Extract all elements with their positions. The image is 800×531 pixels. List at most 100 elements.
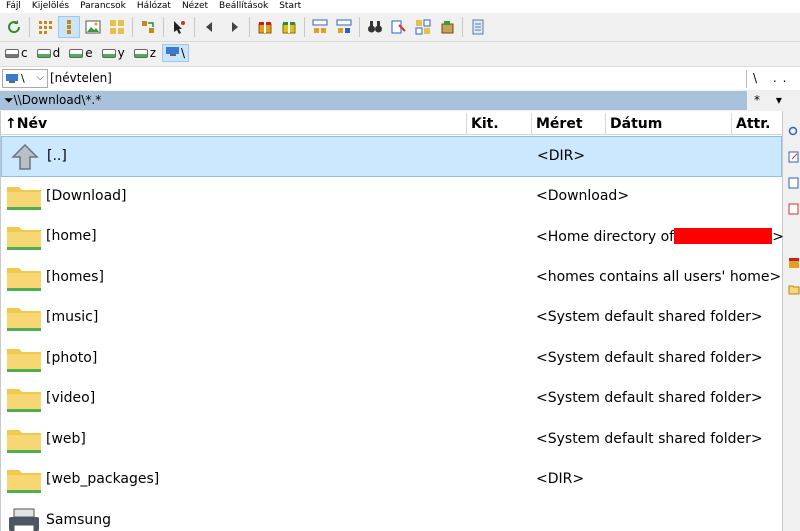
- drive-button[interactable]: e: [66, 44, 96, 62]
- up-icon: [7, 141, 43, 174]
- drive-button[interactable]: \: [162, 44, 190, 62]
- folder-icon[interactable]: [788, 283, 800, 295]
- path-row: ⏷\\Download\*.* * ▾: [0, 90, 800, 111]
- drive-button[interactable]: d: [34, 44, 65, 62]
- file-size: <homes contains all users' home>: [536, 269, 781, 285]
- file-name: [web_packages]: [46, 471, 160, 487]
- table-row[interactable]: [homes] <homes contains all users' home>: [1, 258, 782, 299]
- toolbar-separator: [249, 17, 250, 37]
- printer-icon: [6, 505, 42, 531]
- folder-icon: [6, 383, 42, 416]
- search-button[interactable]: [364, 16, 386, 38]
- table-row[interactable]: [web_packages] <DIR>: [1, 460, 782, 501]
- archive-pack-icon[interactable]: [788, 257, 800, 269]
- hard-drive-icon: [69, 48, 84, 58]
- file-size-text: <Download>: [536, 187, 630, 204]
- toolbar-separator: [132, 17, 133, 37]
- file-size: <DIR>: [536, 471, 584, 487]
- table-row[interactable]: [web] <System default shared folder>: [1, 420, 782, 461]
- table-row[interactable]: [..] <DIR>: [1, 136, 782, 177]
- column-size[interactable]: Méret: [532, 113, 606, 135]
- menu-item[interactable]: Parancsok: [80, 0, 126, 13]
- menu-item[interactable]: Hálózat: [137, 0, 171, 13]
- drive-letter: y: [117, 46, 125, 60]
- ftp-button[interactable]: [309, 16, 331, 38]
- pack-button[interactable]: [254, 16, 276, 38]
- file-delete-icon[interactable]: [788, 203, 800, 215]
- path-bar[interactable]: ⏷\\Download\*.*: [0, 91, 747, 110]
- filter-label: *: [754, 93, 766, 107]
- menu-item[interactable]: Beállítások: [219, 0, 268, 13]
- file-size-text: <System default shared folder>: [536, 430, 763, 447]
- drive-button[interactable]: c: [2, 44, 32, 62]
- unpack-button[interactable]: [278, 16, 300, 38]
- drive-button[interactable]: y: [99, 44, 129, 62]
- swap-panels-button[interactable]: [137, 16, 159, 38]
- file-name: [video]: [46, 390, 96, 406]
- file-size-text: <System default shared folder>: [536, 309, 763, 325]
- thumbnail-view-button[interactable]: [82, 16, 104, 38]
- column-header: ↑Név Kit. Méret Dátum Attr.: [1, 113, 782, 135]
- table-row[interactable]: [Download] <Download>: [1, 177, 782, 218]
- column-name-label: Név: [16, 116, 48, 132]
- file-name: [homes]: [46, 268, 104, 285]
- select-files-button[interactable]: [168, 16, 190, 38]
- url-button[interactable]: [333, 16, 355, 38]
- drive-label: [névtelen]: [50, 71, 112, 85]
- file-edit-icon[interactable]: [788, 151, 800, 163]
- chevron-down-icon: ⌵: [36, 72, 44, 83]
- table-row[interactable]: [music] <System default shared folder>: [1, 298, 782, 339]
- redaction-box: [674, 228, 773, 244]
- file-size-text: <DIR>: [537, 148, 586, 164]
- refresh-button[interactable]: [3, 16, 25, 38]
- file-size: <Home directory of >: [536, 228, 784, 245]
- file-size: <Download>: [536, 188, 629, 204]
- notepad-button[interactable]: [467, 16, 489, 38]
- file-name: [music]: [46, 309, 99, 325]
- menu-item[interactable]: Fájl: [6, 0, 21, 13]
- table-row[interactable]: [video] <System default shared folder>: [1, 379, 782, 420]
- sync-dirs-button[interactable]: [412, 16, 434, 38]
- file-copy-icon[interactable]: [788, 177, 800, 189]
- table-row[interactable]: [photo] <System default shared folder>: [1, 339, 782, 380]
- drive-letter: c: [21, 46, 28, 60]
- notepad-icon: [472, 19, 484, 35]
- forward-button[interactable]: [223, 16, 245, 38]
- archive-unpack-icon: [282, 22, 296, 34]
- column-ext[interactable]: Kit.: [467, 113, 532, 135]
- multi-rename-button[interactable]: [388, 16, 410, 38]
- column-date[interactable]: Dátum: [606, 113, 732, 135]
- thumbnail-icon: [85, 20, 101, 34]
- drive-dropdown-value: \: [21, 72, 25, 85]
- toolbar-separator: [29, 17, 30, 37]
- file-size: <System default shared folder>: [536, 431, 763, 447]
- brief-view-button[interactable]: [34, 16, 56, 38]
- file-size-text: <System default shared folder>: [536, 349, 763, 366]
- menu-item[interactable]: Start: [279, 0, 301, 13]
- table-row[interactable]: Samsung: [1, 501, 782, 531]
- column-name[interactable]: ↑Név: [1, 113, 467, 135]
- tree-view-button[interactable]: [106, 16, 128, 38]
- archive-tool-button[interactable]: [436, 16, 458, 38]
- drive-bar: c d e y z \: [0, 42, 800, 64]
- file-name: [Download]: [46, 187, 127, 204]
- refresh-icon: [8, 20, 21, 34]
- history-dropdown-icon[interactable]: ⏷: [4, 93, 14, 107]
- file-size-text: <System default shared folder>: [536, 390, 763, 406]
- menu-item[interactable]: Kijelölés: [32, 0, 69, 13]
- tree-view-icon: [110, 20, 124, 34]
- filter-button[interactable]: * ▾: [754, 93, 788, 107]
- drive-button[interactable]: z: [131, 44, 160, 62]
- arrow-left-icon: [206, 22, 212, 32]
- full-view-button[interactable]: [58, 16, 80, 38]
- toolbar: [0, 13, 800, 42]
- root-parent-buttons[interactable]: \ ..: [753, 71, 793, 85]
- table-row[interactable]: [home] <Home directory of >: [1, 217, 784, 258]
- menu-item[interactable]: Nézet: [182, 0, 208, 13]
- search-icon[interactable]: [788, 126, 800, 138]
- back-button[interactable]: [199, 16, 221, 38]
- file-name: [photo]: [46, 349, 98, 366]
- column-attr[interactable]: Attr.: [732, 113, 782, 135]
- drive-letter: z: [149, 46, 157, 60]
- drive-dropdown[interactable]: \ ⌵: [2, 69, 48, 88]
